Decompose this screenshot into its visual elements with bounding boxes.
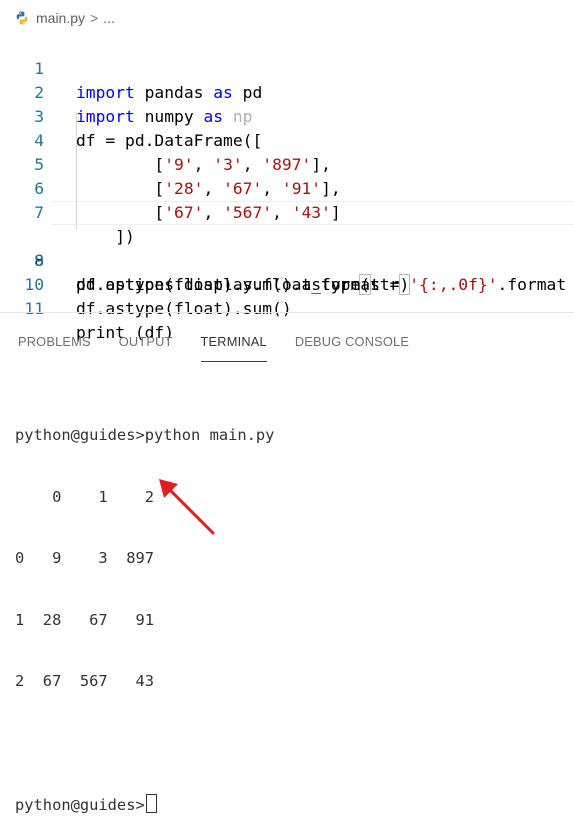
code-line: 6 ['67', '567', '43'] [0,153,574,222]
code-line: 9 pd.options.display.float_format = '{:,… [0,225,574,294]
red-arrow-icon [159,479,215,535]
terminal-prompt: python@guides> [15,796,145,814]
terminal-line: 2 67 567 43 [15,672,154,690]
code-line: 10 df.astype(float).sum() [0,249,574,318]
line-number: 11 [24,299,44,318]
code-line: 11 print (df) [0,273,574,342]
tab-output[interactable]: OUTPUT [119,326,173,360]
code-line-active: 8 df.astype(float).sum().astype(str) [0,201,574,295]
terminal-line: 0 1 2 [15,487,154,506]
breadcrumb: main.py > ... [0,0,574,36]
panel-tabs: PROBLEMS OUTPUT TERMINAL DEBUG CONSOLE [18,326,437,362]
panel-divider [0,312,574,313]
current-line-highlight [52,201,574,225]
code-line: 1 import pandas as pd [0,33,574,102]
code-line: 7 ]) [0,177,574,246]
chevron-right-icon: > [90,10,99,26]
terminal-line: python@guides>python main.py [15,426,275,444]
code-text: df.astype(float).sum() [76,299,292,318]
tab-terminal[interactable]: TERMINAL [200,326,268,362]
terminal-line: 1 28 67 91 [15,610,154,629]
tab-problems[interactable]: PROBLEMS [18,326,91,360]
code-line: 3 df = pd.DataFrame([ [0,81,574,150]
terminal-output[interactable]: python@guides>python main.py 0 1 2 0 9 3… [15,384,274,835]
python-file-icon [14,10,30,26]
tab-debug-console[interactable]: DEBUG CONSOLE [295,326,409,360]
code-line: 4 ['9', '3', '897'], [0,105,574,174]
breadcrumb-file[interactable]: main.py [36,10,85,26]
terminal-line: 0 9 3 897 [15,549,154,567]
terminal-prompt-line: python@guides> [15,794,274,815]
code-editor[interactable]: 1 import pandas as pd 2 import numpy as … [0,33,574,342]
code-line: 5 ['28', '67', '91'], [0,129,574,198]
code-line: 2 import numpy as np [0,57,574,126]
breadcrumb-ellipsis[interactable]: ... [103,10,115,26]
terminal-cursor [145,794,157,813]
